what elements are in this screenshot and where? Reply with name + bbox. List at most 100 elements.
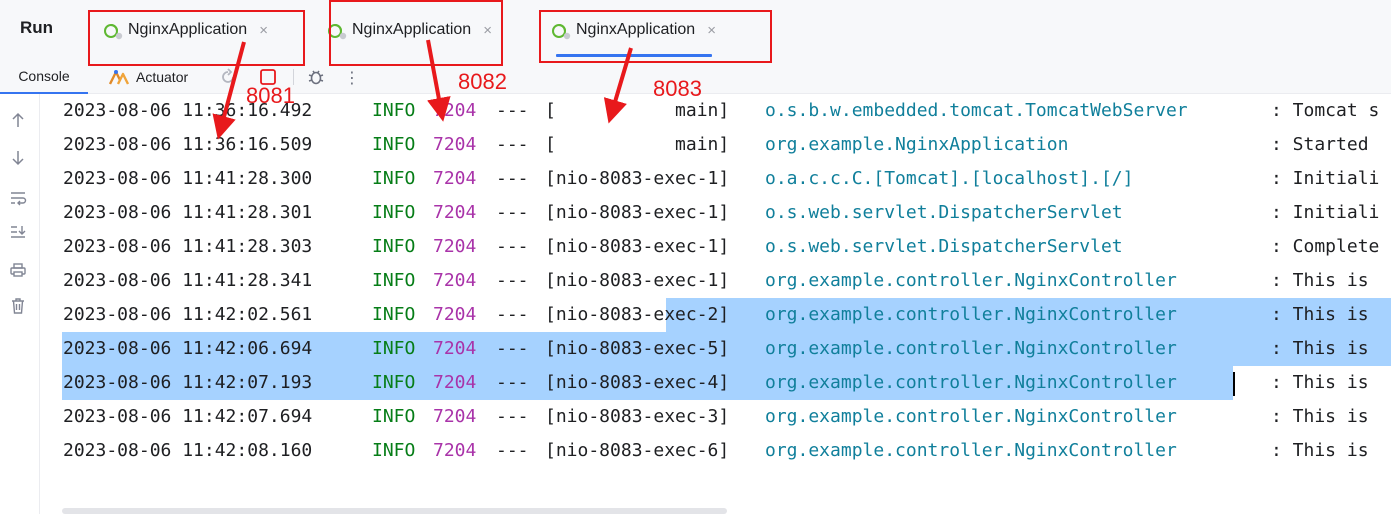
log-pid: 7204 <box>433 372 477 393</box>
tab-console[interactable]: Console <box>0 60 88 94</box>
log-line: 2023-08-06 11:41:28.341 INFO 7204 --- [n… <box>41 266 1391 296</box>
log-message: : This is <box>1271 372 1369 393</box>
log-message: : This is <box>1271 270 1369 291</box>
log-timestamp: 2023-08-06 11:42:06.694 <box>63 338 313 359</box>
log-logger: org.example.controller.NginxController <box>765 338 1177 359</box>
log-message: : Tomcat s <box>1271 100 1380 121</box>
log-line: 2023-08-06 11:36:16.509 INFO 7204 --- [ … <box>41 130 1391 160</box>
log-level: INFO <box>372 236 416 257</box>
log-logger: org.example.NginxApplication <box>765 134 1069 155</box>
log-pid: 7204 <box>433 100 477 121</box>
log-level: INFO <box>372 406 416 427</box>
log-separator: --- <box>496 270 529 291</box>
log-line: 2023-08-06 11:36:16.492 INFO 7204 --- [ … <box>41 96 1391 126</box>
log-separator: --- <box>496 202 529 223</box>
log-message: : Initiali <box>1271 168 1380 189</box>
log-pid: 7204 <box>433 406 477 427</box>
log-thread: [nio-8083-exec-1] <box>545 236 730 257</box>
log-thread: [nio-8083-exec-3] <box>545 406 730 427</box>
log-logger: org.example.controller.NginxController <box>765 304 1177 325</box>
log-separator: --- <box>496 372 529 393</box>
actuator-icon <box>108 70 130 85</box>
log-pid: 7204 <box>433 134 477 155</box>
rerun-icon[interactable] <box>218 67 238 87</box>
log-message: : Complete <box>1271 236 1380 257</box>
log-pid: 7204 <box>433 304 477 325</box>
log-timestamp: 2023-08-06 11:36:16.509 <box>63 134 313 155</box>
log-message: : Initiali <box>1271 202 1380 223</box>
log-level: INFO <box>372 100 416 121</box>
log-level: INFO <box>372 338 416 359</box>
log-logger: o.s.web.servlet.DispatcherServlet <box>765 236 1123 257</box>
log-separator: --- <box>496 100 529 121</box>
log-separator: --- <box>496 338 529 359</box>
log-timestamp: 2023-08-06 11:42:08.160 <box>63 440 313 461</box>
log-timestamp: 2023-08-06 11:42:02.561 <box>63 304 313 325</box>
run-panel-title: Run <box>20 18 54 37</box>
scroll-down-icon[interactable] <box>8 148 28 168</box>
log-logger: o.s.b.w.embedded.tomcat.TomcatWebServer <box>765 100 1188 121</box>
log-message: : This is <box>1271 440 1369 461</box>
log-pid: 7204 <box>433 440 477 461</box>
annotation-port-8083: 8083 <box>653 76 702 101</box>
log-timestamp: 2023-08-06 11:41:28.303 <box>63 236 313 257</box>
log-line: 2023-08-06 11:41:28.300 INFO 7204 --- [n… <box>41 164 1391 194</box>
log-line: 2023-08-06 11:42:02.561 INFO 7204 --- [n… <box>41 300 1391 330</box>
debug-icon[interactable] <box>306 67 326 87</box>
scroll-to-end-icon[interactable] <box>8 222 28 242</box>
log-separator: --- <box>496 440 529 461</box>
log-thread: [nio-8083-exec-4] <box>545 372 730 393</box>
annotation-box-tab-1 <box>88 10 305 66</box>
log-separator: --- <box>496 236 529 257</box>
log-level: INFO <box>372 134 416 155</box>
log-message: : This is <box>1271 406 1369 427</box>
more-icon[interactable]: ⋮ <box>342 67 362 87</box>
log-logger: o.s.web.servlet.DispatcherServlet <box>765 202 1123 223</box>
log-timestamp: 2023-08-06 11:41:28.300 <box>63 168 313 189</box>
annotation-box-tab-2 <box>329 0 503 66</box>
log-level: INFO <box>372 372 416 393</box>
log-separator: --- <box>496 168 529 189</box>
log-timestamp: 2023-08-06 11:42:07.694 <box>63 406 313 427</box>
log-separator: --- <box>496 304 529 325</box>
log-pid: 7204 <box>433 168 477 189</box>
text-caret <box>1233 372 1235 396</box>
log-line: 2023-08-06 11:42:08.160 INFO 7204 --- [n… <box>41 436 1391 466</box>
log-timestamp: 2023-08-06 11:42:07.193 <box>63 372 313 393</box>
log-pid: 7204 <box>433 236 477 257</box>
log-message: : This is <box>1271 304 1369 325</box>
log-thread: [nio-8083-exec-6] <box>545 440 730 461</box>
annotation-port-8082: 8082 <box>458 69 507 94</box>
clear-icon[interactable] <box>8 296 28 316</box>
log-timestamp: 2023-08-06 11:41:28.341 <box>63 270 313 291</box>
log-logger: org.example.controller.NginxController <box>765 406 1177 427</box>
print-icon[interactable] <box>8 260 28 280</box>
log-line: 2023-08-06 11:42:07.193 INFO 7204 --- [n… <box>41 368 1391 398</box>
log-level: INFO <box>372 202 416 223</box>
log-line: 2023-08-06 11:41:28.301 INFO 7204 --- [n… <box>41 198 1391 228</box>
log-logger: org.example.controller.NginxController <box>765 270 1177 291</box>
log-pid: 7204 <box>433 338 477 359</box>
log-separator: --- <box>496 134 529 155</box>
log-thread: [ main] <box>545 134 730 155</box>
log-level: INFO <box>372 304 416 325</box>
log-thread: [nio-8083-exec-5] <box>545 338 730 359</box>
log-logger: org.example.controller.NginxController <box>765 440 1177 461</box>
log-separator: --- <box>496 406 529 427</box>
log-level: INFO <box>372 168 416 189</box>
console-gutter <box>0 94 40 514</box>
log-line: 2023-08-06 11:42:06.694 INFO 7204 --- [n… <box>41 334 1391 364</box>
log-pid: 7204 <box>433 270 477 291</box>
horizontal-scrollbar[interactable] <box>62 508 727 514</box>
scroll-up-icon[interactable] <box>8 110 28 130</box>
console-output[interactable]: 2023-08-06 11:36:16.492 INFO 7204 --- [ … <box>41 94 1391 514</box>
log-timestamp: 2023-08-06 11:41:28.301 <box>63 202 313 223</box>
tab-actuator-label: Actuator <box>136 69 189 85</box>
log-thread: [nio-8083-exec-1] <box>545 202 730 223</box>
soft-wrap-icon[interactable] <box>8 188 28 208</box>
log-logger: o.a.c.c.C.[Tomcat].[localhost].[/] <box>765 168 1134 189</box>
annotation-box-tab-3 <box>539 10 772 63</box>
log-thread: [nio-8083-exec-2] <box>545 304 730 325</box>
log-logger: org.example.controller.NginxController <box>765 372 1177 393</box>
log-pid: 7204 <box>433 202 477 223</box>
